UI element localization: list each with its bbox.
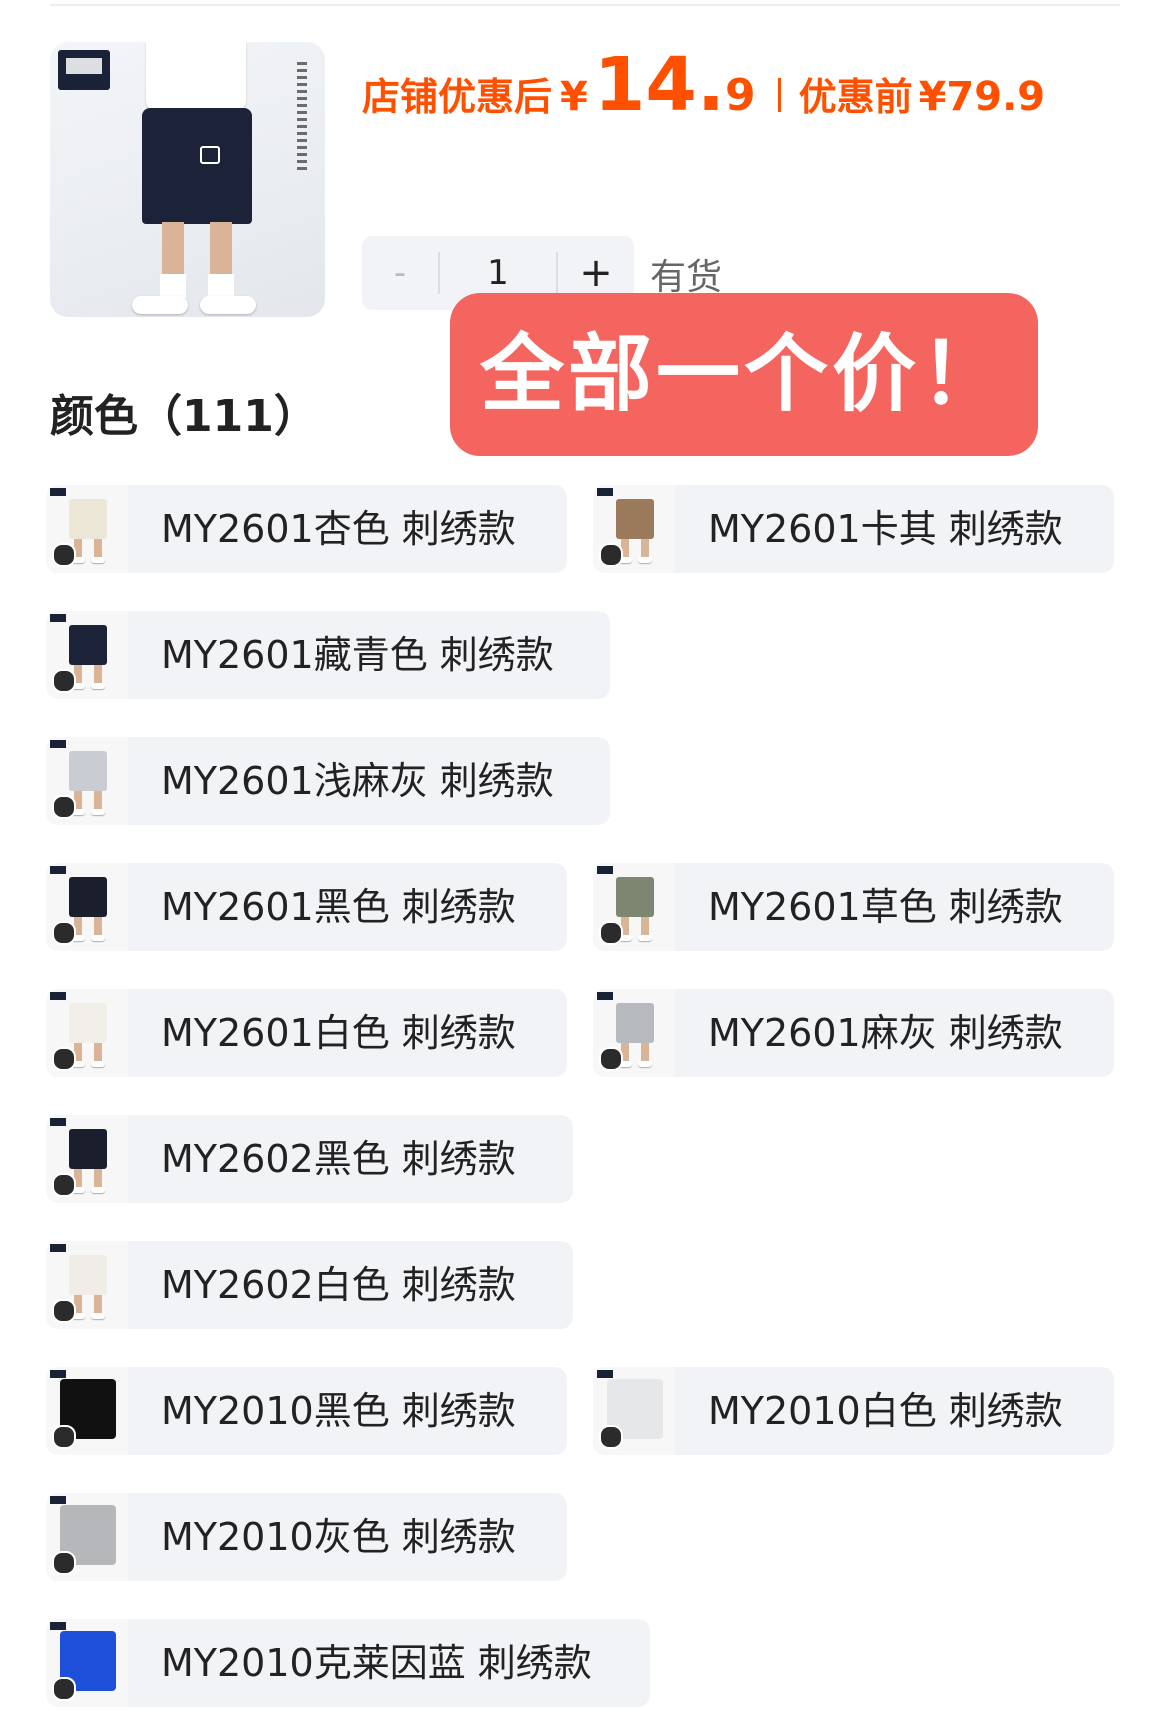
original-price: ¥79.9 — [918, 74, 1046, 120]
product-image[interactable] — [50, 42, 325, 317]
option-thumbnail — [46, 485, 128, 573]
option-thumbnail — [593, 485, 675, 573]
discount-price-integer: 14. — [593, 42, 725, 128]
color-section-title: 颜色（111） — [50, 391, 318, 442]
color-option[interactable]: MY2010白色 刺绣款 — [593, 1367, 1114, 1455]
color-option[interactable]: MY2601杏色 刺绣款 — [46, 485, 567, 573]
discount-price-label: 店铺优惠后 — [362, 75, 553, 119]
option-thumbnail — [593, 1367, 675, 1455]
top-divider — [50, 4, 1120, 6]
promo-banner-text: 全部一个价！ — [479, 325, 1008, 423]
price-row: 店铺优惠后 ¥14.9 优惠前 ¥79.9 — [362, 42, 1045, 128]
option-thumbnail — [46, 737, 128, 825]
promo-banner: 全部一个价！ — [450, 293, 1038, 456]
color-option[interactable]: MY2601草色 刺绣款 — [593, 863, 1114, 951]
option-thumbnail — [593, 863, 675, 951]
option-thumbnail — [46, 989, 128, 1077]
option-label: MY2601草色 刺绣款 — [708, 885, 1063, 929]
color-option[interactable]: MY2602黑色 刺绣款 — [46, 1115, 573, 1203]
option-thumbnail — [46, 1619, 128, 1707]
brand-logo — [58, 50, 110, 90]
option-thumbnail — [46, 1367, 128, 1455]
option-thumbnail — [46, 611, 128, 699]
option-label: MY2602黑色 刺绣款 — [161, 1137, 516, 1181]
option-label: MY2602白色 刺绣款 — [161, 1263, 516, 1307]
color-option[interactable]: MY2601浅麻灰 刺绣款 — [46, 737, 610, 825]
brand-tagline — [297, 62, 307, 172]
color-option[interactable]: MY2601白色 刺绣款 — [46, 989, 567, 1077]
decrease-button[interactable]: - — [362, 236, 438, 310]
color-option[interactable]: MY2601麻灰 刺绣款 — [593, 989, 1114, 1077]
discount-price-decimal: 9 — [724, 70, 756, 121]
option-label: MY2010克莱因蓝 刺绣款 — [161, 1641, 592, 1685]
option-thumbnail — [593, 989, 675, 1077]
option-label: MY2601白色 刺绣款 — [161, 1011, 516, 1055]
option-thumbnail — [46, 1493, 128, 1581]
option-label: MY2601藏青色 刺绣款 — [161, 633, 554, 677]
option-label: MY2601卡其 刺绣款 — [708, 507, 1063, 551]
color-option[interactable]: MY2602白色 刺绣款 — [46, 1241, 573, 1329]
option-label: MY2010黑色 刺绣款 — [161, 1389, 516, 1433]
option-label: MY2601麻灰 刺绣款 — [708, 1011, 1063, 1055]
currency-symbol: ¥ — [560, 74, 588, 120]
option-label: MY2010白色 刺绣款 — [708, 1389, 1063, 1433]
color-option[interactable]: MY2601藏青色 刺绣款 — [46, 611, 610, 699]
price-separator — [777, 78, 781, 112]
option-label: MY2601杏色 刺绣款 — [161, 507, 516, 551]
color-option[interactable]: MY2010灰色 刺绣款 — [46, 1493, 567, 1581]
option-thumbnail — [46, 1115, 128, 1203]
color-option[interactable]: MY2010克莱因蓝 刺绣款 — [46, 1619, 650, 1707]
original-price-label: 优惠前 — [798, 75, 913, 119]
option-thumbnail — [46, 863, 128, 951]
color-option[interactable]: MY2601卡其 刺绣款 — [593, 485, 1114, 573]
option-label: MY2601黑色 刺绣款 — [161, 885, 516, 929]
option-thumbnail — [46, 1241, 128, 1329]
option-label: MY2601浅麻灰 刺绣款 — [161, 759, 554, 803]
color-option[interactable]: MY2601黑色 刺绣款 — [46, 863, 567, 951]
option-label: MY2010灰色 刺绣款 — [161, 1515, 516, 1559]
color-option[interactable]: MY2010黑色 刺绣款 — [46, 1367, 567, 1455]
